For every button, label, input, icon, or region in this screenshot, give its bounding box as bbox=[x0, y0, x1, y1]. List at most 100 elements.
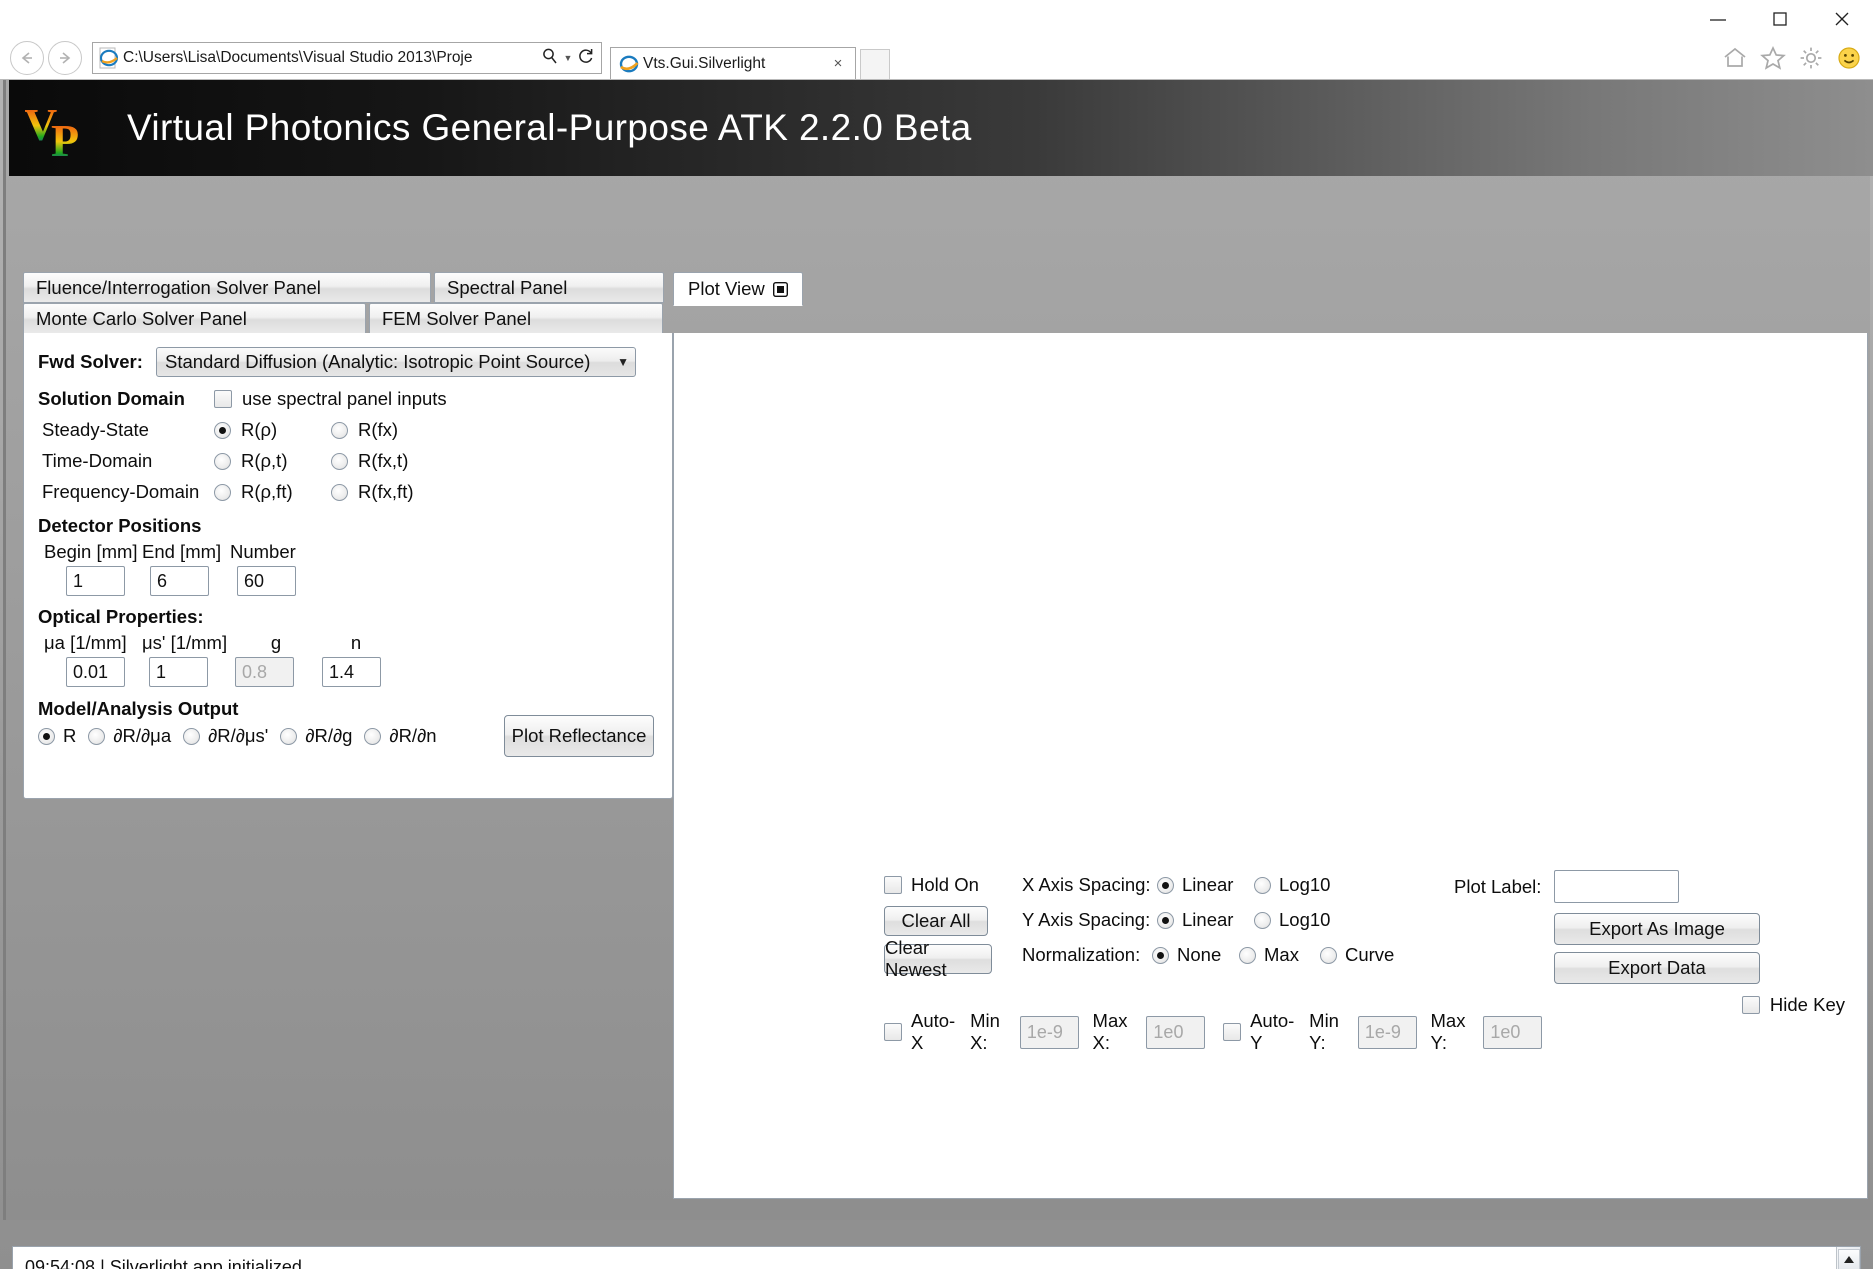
app-surface: V P Virtual Photonics General-Purpose AT… bbox=[3, 80, 1873, 1220]
optical-musp-input[interactable]: 1 bbox=[149, 657, 208, 687]
radio-r-fx-label: R(fx) bbox=[358, 419, 399, 440]
plot-reflectance-button[interactable]: Plot Reflectance bbox=[504, 715, 654, 757]
min-x-label: Min X: bbox=[970, 1010, 1000, 1053]
radio-x-log10-label: Log10 bbox=[1279, 874, 1331, 895]
radio-x-log10[interactable] bbox=[1254, 876, 1271, 894]
radio-norm-none[interactable] bbox=[1152, 946, 1169, 964]
radio-output-dr-dmua-label: ∂R/∂μa bbox=[113, 725, 172, 746]
radio-r-rho-ft[interactable] bbox=[214, 483, 231, 501]
search-icon[interactable] bbox=[539, 47, 561, 70]
detector-begin-input[interactable]: 1 bbox=[66, 566, 125, 596]
forward-solver-panel: Fwd Solver: Standard Diffusion (Analytic… bbox=[23, 333, 673, 799]
radio-r-rho[interactable] bbox=[214, 421, 231, 439]
app-title: Virtual Photonics General-Purpose ATK 2.… bbox=[127, 107, 972, 148]
browser-tab[interactable]: Vts.Gui.Silverlight × bbox=[610, 47, 856, 79]
radio-output-dr-dn[interactable] bbox=[364, 727, 382, 745]
radio-y-log10[interactable] bbox=[1254, 911, 1271, 929]
radio-y-linear-label: Linear bbox=[1182, 909, 1234, 930]
tab-fluence-interrogation-solver-panel[interactable]: Fluence/Interrogation Solver Panel bbox=[23, 272, 431, 303]
radio-r-fx-ft-label: R(fx,ft) bbox=[358, 481, 414, 502]
chevron-down-icon[interactable]: ▼ bbox=[561, 53, 575, 63]
tab-fem-solver-panel[interactable]: FEM Solver Panel bbox=[369, 303, 663, 334]
tab-label: FEM Solver Panel bbox=[382, 307, 532, 329]
radio-output-dr-dmusp[interactable] bbox=[183, 727, 201, 745]
radio-output-dr-dg[interactable] bbox=[280, 727, 298, 745]
radio-output-dr-dmua[interactable] bbox=[88, 727, 106, 745]
plot-label-input[interactable] bbox=[1554, 870, 1679, 903]
detector-number-input[interactable]: 60 bbox=[237, 566, 296, 596]
optical-inputs: 0.01 1 0.8 1.4 bbox=[38, 657, 656, 687]
detector-header-end: End [mm] bbox=[142, 541, 222, 562]
home-icon[interactable] bbox=[1721, 44, 1749, 72]
solution-domain-row: Solution Domain use spectral panel input… bbox=[38, 388, 656, 410]
favorites-star-icon[interactable] bbox=[1759, 44, 1787, 72]
radio-norm-max[interactable] bbox=[1239, 946, 1256, 964]
status-bar: 09:54:08 | Silverlight app initialized. bbox=[12, 1246, 1861, 1269]
radio-output-dr-dn-label: ∂R/∂n bbox=[389, 725, 437, 746]
radio-output-r[interactable] bbox=[38, 727, 55, 745]
radio-y-linear[interactable] bbox=[1157, 911, 1174, 929]
fwd-solver-value: Standard Diffusion (Analytic: Isotropic … bbox=[165, 351, 591, 372]
chevron-down-icon: ▼ bbox=[617, 355, 629, 369]
use-spectral-panel-inputs-checkbox[interactable] bbox=[214, 390, 232, 408]
radio-r-fx[interactable] bbox=[331, 421, 348, 439]
new-tab-button[interactable] bbox=[860, 49, 890, 79]
browser-toolbar-icons bbox=[1721, 44, 1863, 72]
auto-y-checkbox[interactable] bbox=[1223, 1023, 1242, 1041]
vp-logo: V P bbox=[25, 99, 79, 160]
clear-newest-button[interactable]: Clear Newest bbox=[884, 937, 992, 980]
detector-end-input[interactable]: 6 bbox=[150, 566, 209, 596]
smiley-icon[interactable] bbox=[1835, 44, 1863, 72]
radio-x-linear-label: Linear bbox=[1182, 874, 1234, 895]
radio-norm-none-label: None bbox=[1177, 944, 1222, 965]
clear-all-button[interactable]: Clear All bbox=[884, 906, 988, 936]
fwd-solver-dropdown[interactable]: Standard Diffusion (Analytic: Isotropic … bbox=[156, 347, 636, 377]
refresh-icon[interactable] bbox=[575, 47, 597, 70]
maximize-icon[interactable] bbox=[1749, 0, 1811, 37]
export-as-image-button[interactable]: Export As Image bbox=[1554, 913, 1760, 945]
scroll-up-arrow-icon[interactable] bbox=[1837, 1249, 1860, 1269]
tab-monte-carlo-solver-panel[interactable]: Monte Carlo Solver Panel bbox=[23, 303, 366, 334]
address-input[interactable]: C:\Users\Lisa\Documents\Visual Studio 20… bbox=[123, 49, 539, 67]
close-tab-icon[interactable]: × bbox=[827, 55, 849, 72]
optical-header-musp: μs' [1/mm] bbox=[142, 632, 228, 653]
min-y-input[interactable]: 1e-9 bbox=[1357, 1015, 1417, 1049]
radio-r-fx-ft[interactable] bbox=[331, 483, 348, 501]
settings-gear-icon[interactable] bbox=[1797, 44, 1825, 72]
dock-window-icon[interactable] bbox=[772, 281, 788, 297]
radio-r-rho-t-label: R(ρ,t) bbox=[241, 450, 288, 471]
max-y-input[interactable]: 1e0 bbox=[1483, 1015, 1542, 1049]
radio-r-rho-t[interactable] bbox=[214, 452, 231, 470]
detector-inputs: 1 6 60 bbox=[38, 566, 656, 596]
optical-header-g: g bbox=[270, 632, 282, 653]
svg-text:P: P bbox=[51, 115, 79, 160]
tab-label: Spectral Panel bbox=[447, 276, 568, 298]
tab-label: Monte Carlo Solver Panel bbox=[36, 307, 247, 329]
address-bar[interactable]: C:\Users\Lisa\Documents\Visual Studio 20… bbox=[92, 42, 602, 74]
radio-norm-curve[interactable] bbox=[1320, 946, 1337, 964]
optical-n-input[interactable]: 1.4 bbox=[322, 657, 381, 687]
detector-header-begin: Begin [mm] bbox=[44, 541, 138, 562]
y-axis-spacing-label: Y Axis Spacing: bbox=[1022, 909, 1151, 930]
optical-mua-input[interactable]: 0.01 bbox=[66, 657, 125, 687]
radio-r-fx-t[interactable] bbox=[331, 452, 348, 470]
radio-r-rho-ft-label: R(ρ,ft) bbox=[241, 481, 293, 502]
hold-on-checkbox[interactable] bbox=[884, 876, 902, 894]
auto-x-checkbox[interactable] bbox=[884, 1023, 902, 1041]
tab-plot-view[interactable]: Plot View bbox=[673, 272, 803, 306]
forward-icon[interactable] bbox=[48, 41, 82, 75]
hide-key-checkbox[interactable] bbox=[1741, 996, 1760, 1014]
close-icon[interactable] bbox=[1811, 0, 1873, 37]
max-x-input[interactable]: 1e0 bbox=[1146, 1015, 1206, 1049]
status-scrollbar[interactable] bbox=[1836, 1247, 1860, 1269]
tab-label: Plot View bbox=[688, 278, 765, 299]
tab-label: Fluence/Interrogation Solver Panel bbox=[36, 276, 321, 298]
back-icon[interactable] bbox=[10, 41, 44, 75]
export-data-button[interactable]: Export Data bbox=[1554, 952, 1760, 984]
app-banner: V P Virtual Photonics General-Purpose AT… bbox=[9, 80, 1873, 176]
tab-spectral-panel[interactable]: Spectral Panel bbox=[434, 272, 664, 303]
minimize-icon[interactable] bbox=[1687, 0, 1749, 37]
optical-g-input[interactable]: 0.8 bbox=[235, 657, 294, 687]
min-x-input[interactable]: 1e-9 bbox=[1019, 1015, 1079, 1049]
radio-x-linear[interactable] bbox=[1157, 876, 1174, 894]
